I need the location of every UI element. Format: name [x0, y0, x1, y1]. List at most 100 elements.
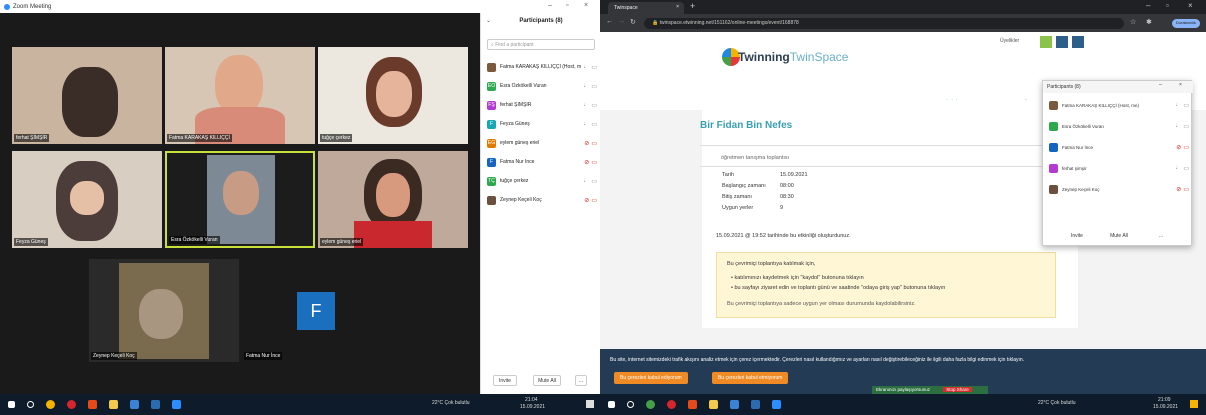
store-icon[interactable]	[730, 400, 739, 409]
stop-share-button[interactable]: Stop Share	[943, 387, 972, 392]
participant-row[interactable]: Zeynep Keçeli Koç ⊘ ▭	[1049, 183, 1189, 195]
video-off-icon[interactable]: ▭	[1183, 186, 1189, 193]
notification-icon[interactable]	[1190, 400, 1198, 408]
file-explorer-icon[interactable]	[709, 400, 718, 409]
participant-row[interactable]: ferhat şimşir ♩ ▭	[1049, 162, 1189, 174]
chrome-icon[interactable]	[46, 400, 55, 409]
participant-row[interactable]: FŞ ferhat ŞİMŞİR ♩ ▭	[487, 99, 597, 111]
user-icon[interactable]	[1072, 36, 1084, 48]
windows-start-icon[interactable]	[8, 401, 15, 408]
minimize-icon[interactable]: –	[548, 2, 552, 9]
star-icon[interactable]: ☆	[1130, 18, 1136, 26]
zoom-taskbar-icon[interactable]	[772, 400, 781, 409]
mic-muted-icon[interactable]: ⊘	[1176, 144, 1181, 151]
participant-row[interactable]: F Fatma Nur İnce ⊘ ▭	[487, 156, 597, 168]
clock-time[interactable]: 21:04	[525, 397, 538, 403]
mic-icon[interactable]: ♩	[583, 178, 589, 184]
clock-date[interactable]: 15.09.2021	[1153, 404, 1178, 410]
video-icon[interactable]: ▭	[1183, 123, 1189, 130]
mute-all-button[interactable]: Mute All	[1105, 231, 1133, 241]
video-icon[interactable]: ▭	[591, 102, 597, 109]
browser-tab[interactable]: Twinspace ×	[608, 2, 684, 14]
header-user-link[interactable]: Üyelikler	[1000, 38, 1019, 44]
video-tile[interactable]: Feyza Güneş	[12, 151, 162, 248]
video-tile-active-speaker[interactable]: Esra Özkökelli Vuran	[165, 151, 315, 248]
participant-row[interactable]: TÇ tuğçe çerkez ♩ ▭	[487, 175, 597, 187]
zoom-taskbar-icon[interactable]	[172, 400, 181, 409]
maximize-icon[interactable]: ▫	[566, 2, 568, 9]
file-explorer-icon[interactable]	[109, 400, 118, 409]
mic-muted-icon[interactable]: ⊘	[584, 159, 589, 166]
participant-row[interactable]: Fatma Nur İnce ⊘ ▭	[1049, 141, 1189, 153]
video-off-icon[interactable]: ▭	[591, 197, 597, 204]
close-icon[interactable]: ×	[584, 2, 588, 9]
video-tile[interactable]: ferhat ŞİMŞİR	[12, 47, 162, 144]
translate-icon[interactable]	[1040, 36, 1052, 48]
reject-cookies-button[interactable]: Bu çerezleri kabul etmiyorum	[712, 372, 789, 384]
clock-time[interactable]: 21:09	[1158, 397, 1171, 403]
close-icon[interactable]: ×	[1179, 82, 1182, 88]
mic-muted-icon[interactable]: ⊘	[584, 140, 589, 147]
mic-icon[interactable]: ♩	[583, 102, 589, 108]
participant-row[interactable]: Zeynep Keçeli Koç ⊘ ▭	[487, 194, 597, 206]
close-icon[interactable]: ×	[1188, 1, 1193, 10]
mic-icon[interactable]: ♩	[583, 64, 589, 70]
settings-icon[interactable]	[1056, 36, 1068, 48]
video-icon[interactable]: ▭	[591, 178, 597, 185]
mic-icon[interactable]: ♩	[1175, 165, 1181, 171]
forward-icon[interactable]: →	[618, 18, 625, 25]
opera-icon[interactable]	[67, 400, 76, 409]
more-button[interactable]: ...	[1155, 231, 1167, 241]
new-tab-button[interactable]: +	[690, 1, 695, 11]
minimize-icon[interactable]: –	[1159, 82, 1162, 88]
participant-row[interactable]: EG eylem güneş eriel ⊘ ▭	[487, 137, 597, 149]
participant-row[interactable]: Fatma KARAKAŞ KILLIÇÇİ (Host, me) ♩ ▭	[1049, 99, 1189, 111]
clock-date[interactable]: 15.09.2021	[520, 404, 545, 410]
mic-icon[interactable]: ♩	[583, 121, 589, 127]
video-icon[interactable]: ▭	[591, 121, 597, 128]
minimize-icon[interactable]: –	[1146, 1, 1150, 10]
video-off-icon[interactable]: ▭	[1183, 144, 1189, 151]
weather-widget[interactable]: 22°C Çok bulutlu	[1038, 400, 1076, 406]
windows-start-icon[interactable]	[608, 401, 615, 408]
mail-icon[interactable]	[151, 400, 160, 409]
video-icon[interactable]: ▭	[1183, 165, 1189, 172]
video-tile[interactable]: Fatma KARAKAŞ KILLIÇÇİ	[165, 47, 315, 144]
maximize-icon[interactable]: ▫	[1166, 1, 1169, 10]
participant-row[interactable]: EO Esra Özkökelli Vuran ♩ ▭	[487, 80, 597, 92]
mic-muted-icon[interactable]: ⊘	[584, 197, 589, 204]
office-icon[interactable]	[88, 400, 97, 409]
participant-row[interactable]: Fatma KARAKAŞ KILLIÇÇİ (Host, me) ♩ ▭	[487, 61, 597, 73]
video-icon[interactable]: ▭	[591, 83, 597, 90]
participant-search-input[interactable]: ⌕ Find a participant	[487, 39, 595, 50]
weather-widget[interactable]: 22°C Çok bulutlu	[432, 400, 470, 406]
accept-cookies-button[interactable]: Bu çerezleri kabul ediyorum	[614, 372, 688, 384]
search-icon[interactable]	[27, 401, 34, 408]
video-off-icon[interactable]: ▭	[591, 159, 597, 166]
extensions-icon[interactable]: ✱	[1146, 18, 1152, 26]
video-off-icon[interactable]: ▭	[591, 140, 597, 147]
close-icon[interactable]: ×	[676, 4, 679, 10]
mic-muted-icon[interactable]: ⊘	[1176, 186, 1181, 193]
invite-button[interactable]: Invite	[1067, 231, 1087, 241]
video-icon[interactable]: ▭	[591, 64, 597, 71]
mute-all-button[interactable]: Mute All	[533, 375, 561, 386]
office-icon[interactable]	[688, 400, 697, 409]
video-tile[interactable]: eylem güneş eriel	[318, 151, 468, 248]
invite-button[interactable]: Invite	[493, 375, 517, 386]
video-tile[interactable]: Zeynep Keçeli Koç	[89, 259, 239, 362]
back-icon[interactable]: ←	[606, 18, 613, 25]
video-icon[interactable]: ▭	[1183, 102, 1189, 109]
url-input[interactable]: 🔒 twinspace.etwinning.net/151162/online-…	[644, 18, 1124, 29]
mic-icon[interactable]: ♩	[583, 83, 589, 89]
mic-icon[interactable]: ♩	[1175, 102, 1181, 108]
profile-button[interactable]: Duraklatıldı	[1172, 19, 1200, 28]
store-icon[interactable]	[130, 400, 139, 409]
more-button[interactable]: ...	[575, 375, 587, 386]
participant-row[interactable]: F Feyza Güneş ♩ ▭	[487, 118, 597, 130]
notification-icon[interactable]	[586, 400, 594, 408]
participant-row[interactable]: Esra Özkökelli Vuran ♩ ▭	[1049, 120, 1189, 132]
mic-icon[interactable]: ♩	[1175, 123, 1181, 129]
video-tile[interactable]: tuğçe çerkez	[318, 47, 468, 144]
opera-icon[interactable]	[667, 400, 676, 409]
